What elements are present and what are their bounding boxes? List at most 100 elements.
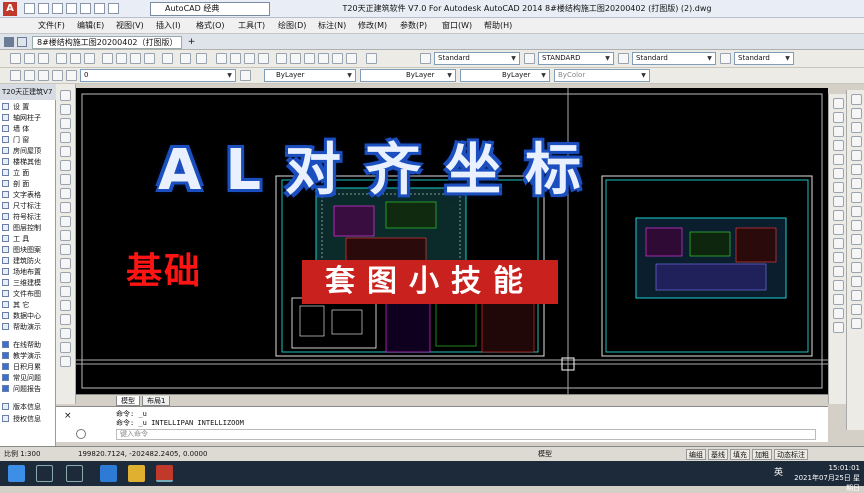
menu-format[interactable]: 格式(O) [196,20,225,32]
tangent-menu-item[interactable]: 立 面 [2,168,54,179]
snap-none-icon[interactable] [851,304,862,315]
dim-style-select[interactable]: STANDARD ▼ [538,52,614,65]
add-selected-icon[interactable] [60,356,71,367]
mirror-icon[interactable] [833,126,844,137]
menu-draw[interactable]: 绘图(D) [278,20,306,32]
coordinates-readout[interactable]: 199820.7124, -202482.2405, 0.0000 [78,450,207,459]
zoom-realtime-icon[interactable] [230,53,241,64]
tangent-menu-item[interactable]: 符号标注 [2,212,54,223]
point-icon[interactable] [60,272,71,283]
sun-icon[interactable] [52,70,63,81]
tab-document[interactable]: 8#楼结构施工图20200402（打图版）(2)* [32,36,182,58]
tangent-menu-item[interactable]: 楼梯其他 [2,157,54,168]
menu-edit[interactable]: 编辑(E) [77,20,104,32]
chamfer-icon[interactable] [833,294,844,305]
circle-icon[interactable] [60,174,71,185]
make-current-icon[interactable] [240,70,251,81]
table-icon[interactable] [60,328,71,339]
info-menu-item[interactable]: 授权信息 [2,414,54,425]
line-icon[interactable] [60,90,71,101]
join-icon[interactable] [833,280,844,291]
lock-icon[interactable] [66,70,77,81]
sheet-set-icon[interactable] [318,53,329,64]
snap-nearest-icon[interactable] [851,290,862,301]
snap-perpendicular-icon[interactable] [851,234,862,245]
arc-icon[interactable] [60,160,71,171]
markup-icon[interactable] [332,53,343,64]
quickcalc-icon[interactable] [346,53,357,64]
break-icon[interactable] [833,266,844,277]
snap-midpoint-icon[interactable] [851,136,862,147]
array-icon[interactable] [833,154,844,165]
tool-palettes-icon[interactable] [304,53,315,64]
fill-toggle[interactable]: 填充 [730,449,750,460]
menu-help[interactable]: 帮助(H) [484,20,512,32]
spline-icon[interactable] [60,202,71,213]
fillet-icon[interactable] [833,308,844,319]
polygon-icon[interactable] [60,132,71,143]
dynamic-dim-toggle[interactable]: 动态标注 [774,449,808,460]
info-menu-item[interactable]: 版本信息 [2,402,54,413]
tangent-menu-item[interactable]: 数据中心 [2,311,54,322]
tab-list-icon[interactable] [17,37,27,47]
menu-modify[interactable]: 修改(M) [358,20,387,32]
linetype-select[interactable]: ByLayer ▼ [360,69,456,82]
lineweight-select[interactable]: ByLayer ▼ [460,69,550,82]
plot-icon[interactable] [56,53,67,64]
tangent-menu-item[interactable]: 帮助演示 [2,322,54,333]
group-toggle[interactable]: 编组 [686,449,706,460]
rotate-icon[interactable] [833,182,844,193]
qnew-icon[interactable] [10,53,21,64]
layer-state-icon[interactable] [24,70,35,81]
tangent-menu-item[interactable]: 剖 面 [2,179,54,190]
open-icon[interactable] [24,53,35,64]
region-icon[interactable] [60,314,71,325]
new-tab-icon[interactable]: + [186,37,197,48]
model-space-toggle[interactable]: 模型 [538,450,552,459]
snap-intersection-icon[interactable] [851,150,862,161]
publish-icon[interactable] [84,53,95,64]
dim-style-icon[interactable] [524,53,535,64]
layer-select[interactable]: 0 ▼ [80,69,236,82]
undo-toolbar-icon[interactable] [180,53,191,64]
plot-preview-icon[interactable] [70,53,81,64]
baseline-toggle[interactable]: 基线 [708,449,728,460]
plotstyle-select[interactable]: ByColor ▼ [554,69,650,82]
extend-icon[interactable] [833,238,844,249]
properties-icon[interactable] [276,53,287,64]
color-select[interactable]: ByLayer ▼ [264,69,356,82]
explode-icon[interactable] [833,322,844,333]
start-icon[interactable] [8,465,25,482]
snap-parallel-icon[interactable] [851,248,862,259]
tangent-menu-item[interactable]: 设 置 [2,102,54,113]
help-icon[interactable] [366,53,377,64]
tangent-menu-item[interactable]: 图块图案 [2,245,54,256]
menu-view[interactable]: 视图(V) [116,20,144,32]
menu-file[interactable]: 文件(F) [38,20,65,32]
explorer-icon[interactable] [128,465,145,482]
edge-icon[interactable] [100,465,117,482]
move-icon[interactable] [833,168,844,179]
block-editor-icon[interactable] [162,53,173,64]
clock[interactable]: 15:01:01 2021年07月25日 星期日 [788,463,860,493]
snap-tracking-icon[interactable] [851,94,862,105]
close-icon[interactable]: × [64,411,74,421]
cut-icon[interactable] [102,53,113,64]
ime-indicator[interactable]: 英 [774,468,783,478]
autocad-taskbar-icon[interactable] [156,465,173,482]
ellipse-icon[interactable] [60,216,71,227]
offset-icon[interactable] [833,140,844,151]
tangent-menu-item[interactable]: 门 窗 [2,135,54,146]
menu-parametric[interactable]: 参数(P) [400,20,427,32]
redo-toolbar-icon[interactable] [196,53,207,64]
tangent-menu-item[interactable]: 建筑防火 [2,256,54,267]
snap-insert-icon[interactable] [851,262,862,273]
task-view-icon[interactable] [66,465,83,482]
zoom-window-icon[interactable] [244,53,255,64]
mtext-icon[interactable] [60,342,71,353]
snap-center-icon[interactable] [851,192,862,203]
break-point-icon[interactable] [833,252,844,263]
help-menu-item[interactable]: 教学演示 [2,351,54,362]
text-style-icon[interactable] [420,53,431,64]
snap-extension-icon[interactable] [851,178,862,189]
